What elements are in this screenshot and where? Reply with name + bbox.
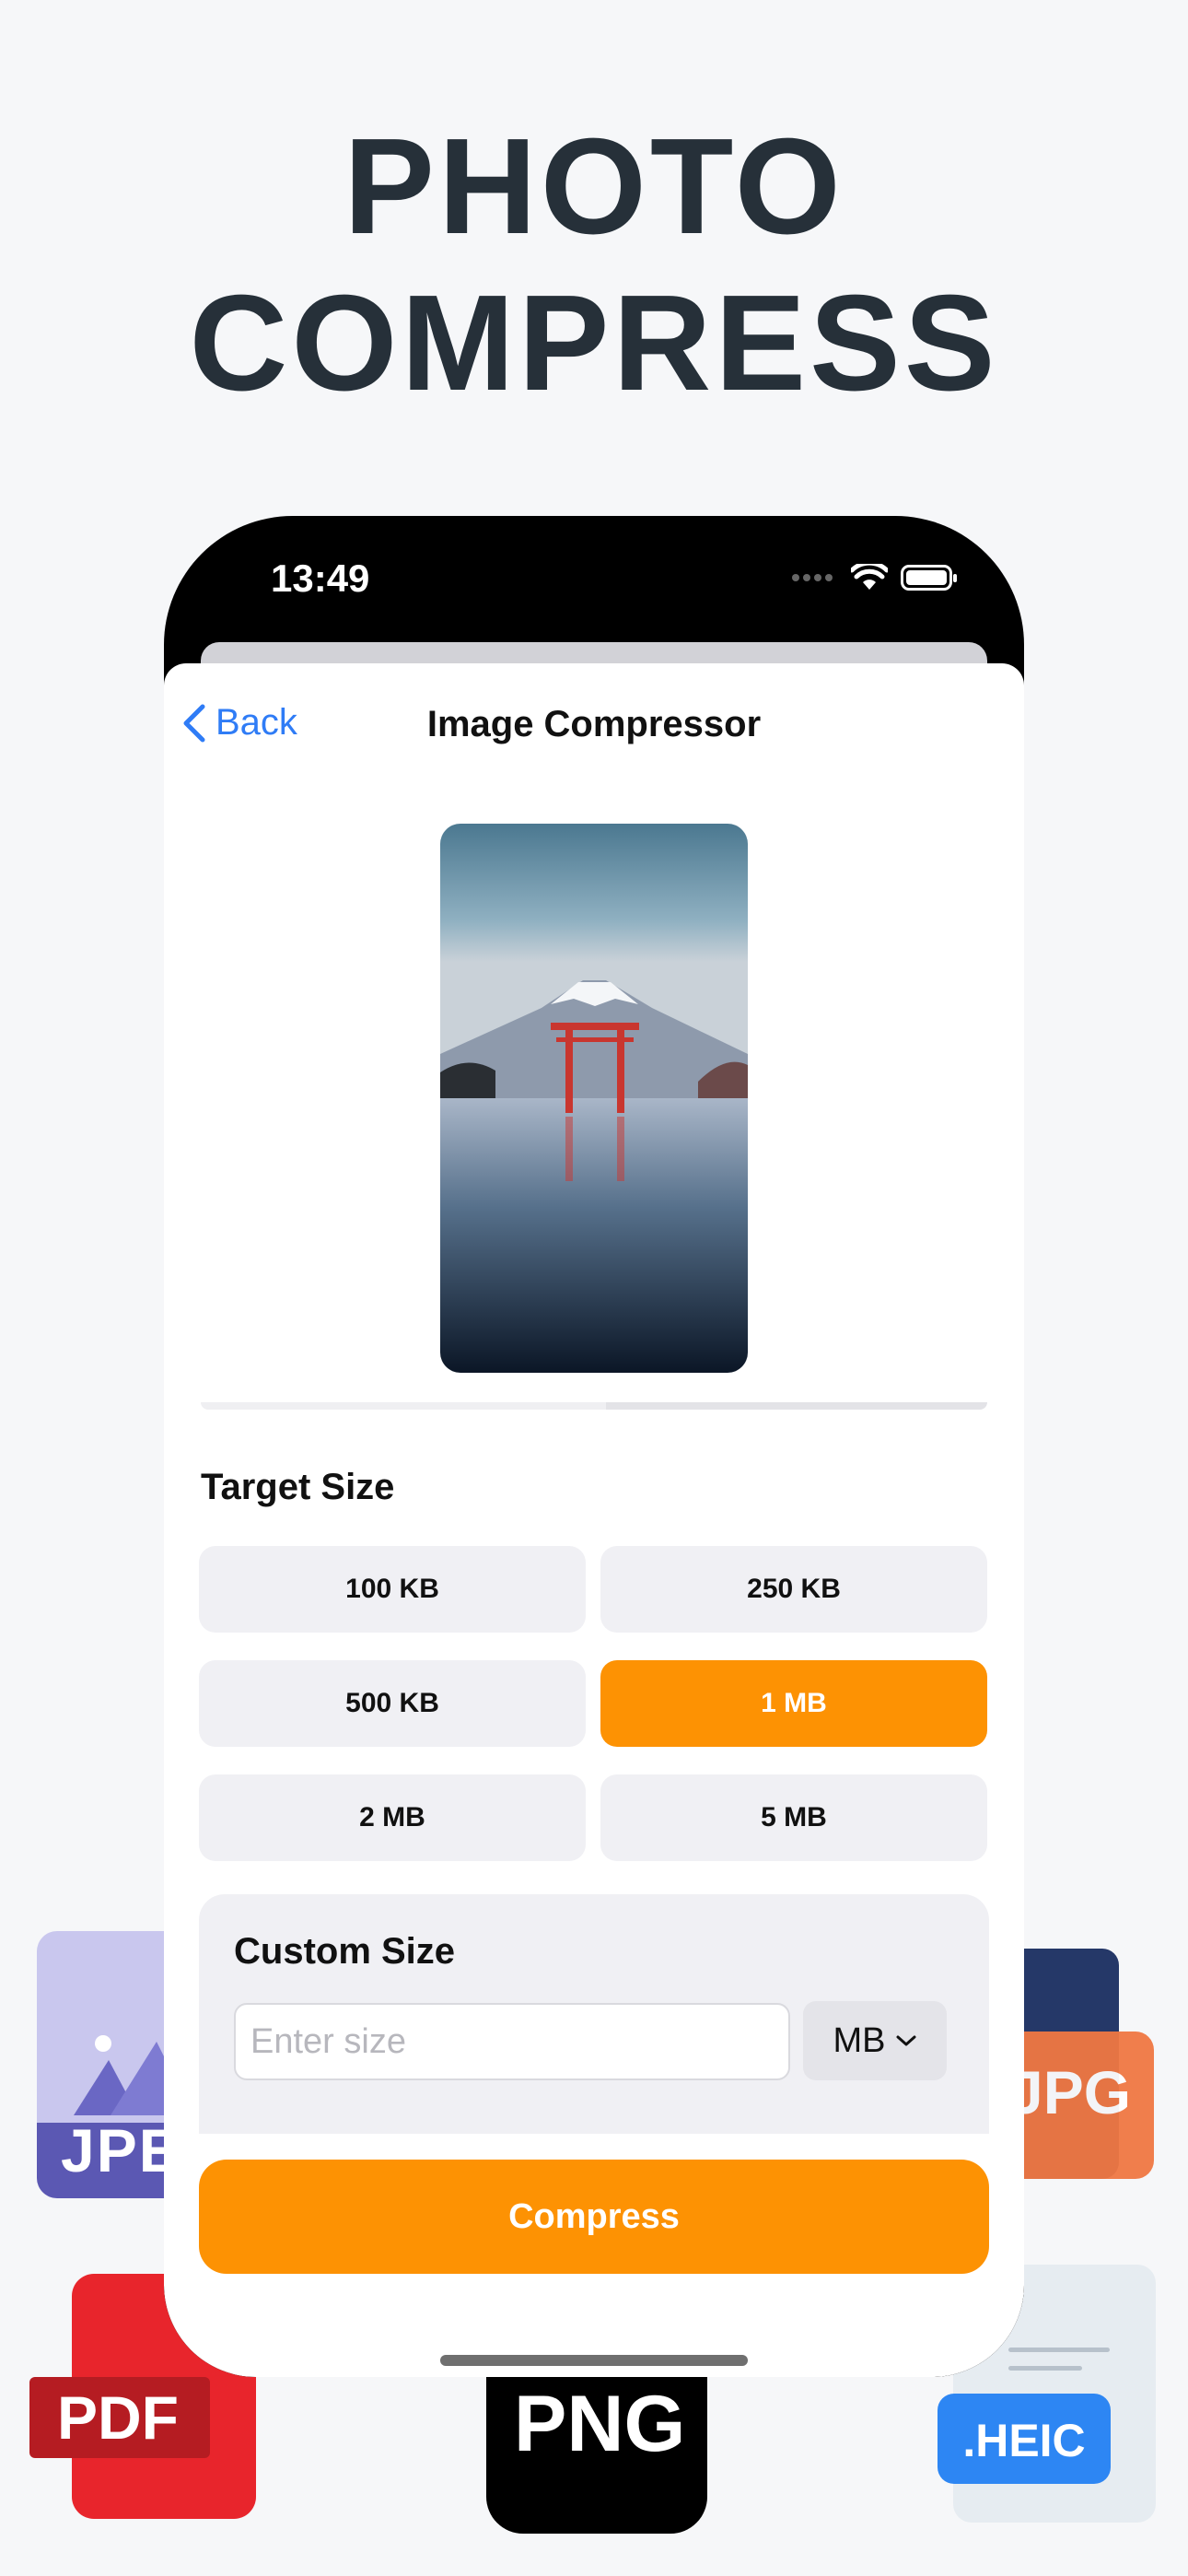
status-bar: 13:49 [164, 516, 1024, 645]
jpg-label: JPG [1009, 2058, 1132, 2126]
heic-label: .HEIC [962, 2415, 1086, 2466]
size-option-500kb[interactable]: 500 KB [199, 1660, 586, 1747]
headline-line-1: PHOTO [344, 111, 844, 263]
headline-line-2: COMPRESS [189, 267, 999, 419]
size-option-1mb[interactable]: 1 MB [600, 1660, 987, 1747]
unit-label: MB [833, 2020, 886, 2060]
status-time: 13:49 [271, 556, 370, 600]
headline: PHOTO COMPRESS [0, 109, 1188, 422]
size-option-250kb[interactable]: 250 KB [600, 1546, 987, 1633]
chevron-down-icon [896, 2035, 915, 2046]
compressor-sheet: Back Image Compressor Target Size 100 KB… [164, 663, 1024, 2377]
target-size-options: 100 KB 250 KB 500 KB 1 MB 2 MB 5 MB [199, 1546, 987, 1861]
status-icons [792, 564, 957, 591]
jpeg-file-icon: JPE [37, 1931, 184, 2198]
png-label: PNG [514, 2380, 686, 2468]
battery-icon [901, 565, 957, 591]
size-option-2mb[interactable]: 2 MB [199, 1774, 586, 1861]
page-title: Image Compressor [426, 704, 762, 744]
pdf-label: PDF [57, 2383, 179, 2452]
custom-size-title: Custom Size [234, 1931, 456, 1972]
phone-frame: 13:49 Back Image Compressor Target Size … [164, 516, 1024, 2377]
custom-size-panel: Custom Size MB [199, 1894, 989, 2134]
navigation-bar: Back Image Compressor [164, 663, 1024, 792]
heic-tag: .HEIC [938, 2394, 1111, 2484]
custom-size-input[interactable] [234, 2003, 790, 2080]
size-option-100kb[interactable]: 100 KB [199, 1546, 586, 1633]
photo-preview [440, 824, 748, 1373]
home-indicator [440, 2355, 748, 2366]
wifi-icon [851, 564, 888, 590]
compress-button[interactable]: Compress [199, 2160, 989, 2274]
unit-selector[interactable]: MB [803, 2001, 947, 2080]
cellular-signal-icon [792, 574, 833, 581]
carousel-indicator [201, 1402, 987, 1410]
size-option-5mb[interactable]: 5 MB [600, 1774, 987, 1861]
pdf-tag: PDF [29, 2377, 210, 2458]
target-size-title: Target Size [201, 1467, 395, 1507]
